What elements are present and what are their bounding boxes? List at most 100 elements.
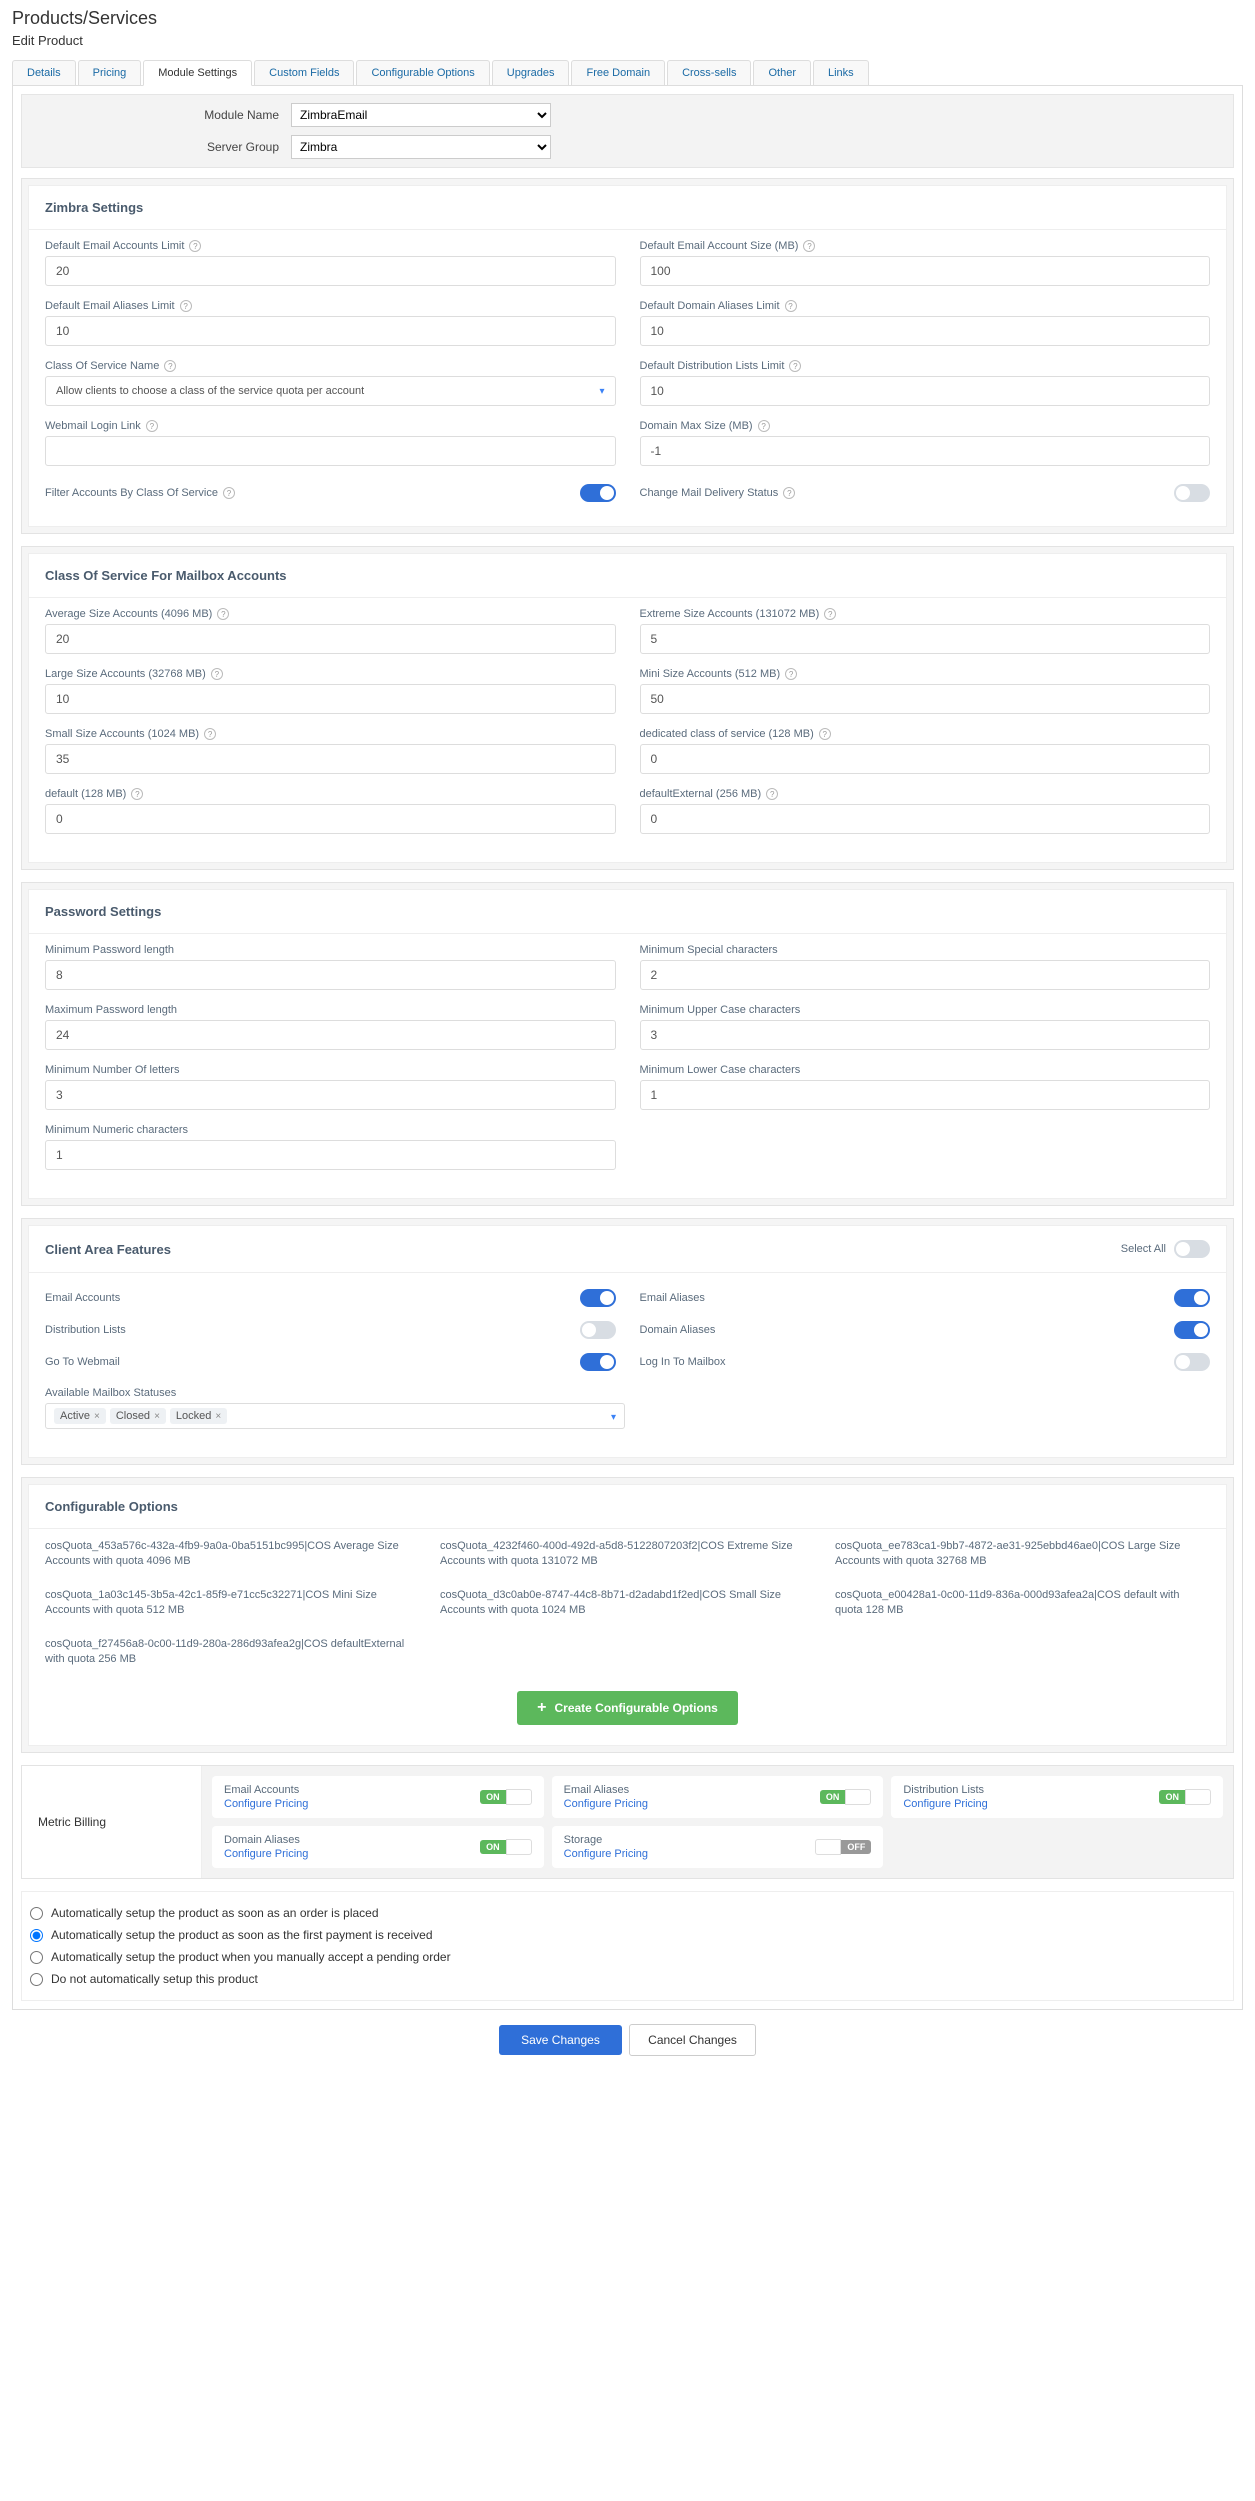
help-icon[interactable]: ? — [824, 608, 836, 620]
help-icon[interactable]: ? — [223, 487, 235, 499]
metric-switch[interactable]: ON — [480, 1789, 532, 1805]
tab-configurable-options[interactable]: Configurable Options — [356, 60, 489, 86]
metric-switch[interactable]: ON — [820, 1789, 872, 1805]
min_letters-input[interactable] — [45, 1080, 616, 1110]
help-icon[interactable]: ? — [217, 608, 229, 620]
default-distribution-lists-limit-input[interactable] — [640, 376, 1211, 406]
default-email-aliases-limit-input[interactable] — [45, 316, 616, 346]
configure-pricing-link[interactable]: Configure Pricing — [564, 1798, 648, 1810]
help-icon[interactable]: ? — [785, 668, 797, 680]
status-tag-locked[interactable]: Locked × — [170, 1408, 227, 1424]
create-config-options-button[interactable]: +Create Configurable Options — [517, 1691, 738, 1725]
chevron-down-icon: ▾ — [599, 386, 604, 397]
min_length-input[interactable] — [45, 960, 616, 990]
help-icon[interactable]: ? — [758, 420, 770, 432]
help-icon[interactable]: ? — [146, 420, 158, 432]
log_in_to_mailbox-toggle[interactable] — [1174, 1353, 1210, 1371]
help-icon[interactable]: ? — [164, 360, 176, 372]
metric-item-email-accounts: Email AccountsConfigure PricingON — [212, 1776, 544, 1818]
filter-accounts-toggle[interactable] — [580, 484, 616, 502]
default-email-account-size-input[interactable] — [640, 256, 1211, 286]
help-icon[interactable]: ? — [189, 240, 201, 252]
remove-tag-icon[interactable]: × — [215, 1411, 221, 1422]
help-icon[interactable]: ? — [803, 240, 815, 252]
config-option-item: cosQuota_d3c0ab0e-8747-44c8-8b71-d2adabd… — [440, 1588, 815, 1619]
remove-tag-icon[interactable]: × — [94, 1411, 100, 1422]
select-all-label: Select All — [1121, 1243, 1166, 1255]
min_upper-input[interactable] — [640, 1020, 1211, 1050]
help-icon[interactable]: ? — [819, 728, 831, 740]
help-icon[interactable]: ? — [789, 360, 801, 372]
default-email-aliases-limit-label: Default Email Aliases Limit — [45, 300, 175, 312]
server-group-select[interactable]: Zimbra — [291, 135, 551, 159]
tab-pricing[interactable]: Pricing — [78, 60, 142, 86]
mini_size-label: Mini Size Accounts (512 MB) — [640, 668, 781, 680]
metric-name: Distribution Lists — [903, 1784, 987, 1796]
status-tag-closed[interactable]: Closed × — [110, 1408, 166, 1424]
change-mail-delivery-toggle[interactable] — [1174, 484, 1210, 502]
tab-custom-fields[interactable]: Custom Fields — [254, 60, 354, 86]
tab-details[interactable]: Details — [12, 60, 76, 86]
auto-setup-option[interactable]: Automatically setup the product as soon … — [30, 1902, 1225, 1924]
help-icon[interactable]: ? — [131, 788, 143, 800]
cos-name-select[interactable]: Allow clients to choose a class of the s… — [45, 376, 616, 406]
remove-tag-icon[interactable]: × — [154, 1411, 160, 1422]
tab-upgrades[interactable]: Upgrades — [492, 60, 570, 86]
average_size-input[interactable] — [45, 624, 616, 654]
help-icon[interactable]: ? — [211, 668, 223, 680]
domain-max-size-input[interactable] — [640, 436, 1211, 466]
auto-setup-option[interactable]: Automatically setup the product as soon … — [30, 1924, 1225, 1946]
metric-switch[interactable]: ON — [1159, 1789, 1211, 1805]
tab-other[interactable]: Other — [753, 60, 811, 86]
configure-pricing-link[interactable]: Configure Pricing — [224, 1798, 308, 1810]
auto-setup-radio[interactable] — [30, 1951, 43, 1964]
configure-pricing-link[interactable]: Configure Pricing — [903, 1798, 987, 1810]
min_lower-input[interactable] — [640, 1080, 1211, 1110]
min_special-input[interactable] — [640, 960, 1211, 990]
save-button[interactable]: Save Changes — [499, 2025, 622, 2055]
max_length-input[interactable] — [45, 1020, 616, 1050]
help-icon[interactable]: ? — [180, 300, 192, 312]
distribution_lists-toggle[interactable] — [580, 1321, 616, 1339]
auto-setup-radio[interactable] — [30, 1929, 43, 1942]
auto-setup-option[interactable]: Automatically setup the product when you… — [30, 1946, 1225, 1968]
min_numeric-input[interactable] — [45, 1140, 616, 1170]
domain_aliases-label: Domain Aliases — [640, 1324, 716, 1336]
configure-pricing-link[interactable]: Configure Pricing — [564, 1848, 648, 1860]
mailbox-statuses-select[interactable]: Active ×Closed ×Locked ×▾ — [45, 1403, 625, 1429]
status-tag-active[interactable]: Active × — [54, 1408, 106, 1424]
dedicated-input[interactable] — [640, 744, 1211, 774]
client-area-title: Client Area Features — [45, 1242, 171, 1257]
webmail-login-link-input[interactable] — [45, 436, 616, 466]
configure-pricing-link[interactable]: Configure Pricing — [224, 1848, 308, 1860]
email_aliases-toggle[interactable] — [1174, 1289, 1210, 1307]
auto-setup-radio[interactable] — [30, 1907, 43, 1920]
help-icon[interactable]: ? — [766, 788, 778, 800]
extreme_size-input[interactable] — [640, 624, 1211, 654]
large_size-input[interactable] — [45, 684, 616, 714]
tab-module-settings[interactable]: Module Settings — [143, 60, 252, 86]
small_size-label: Small Size Accounts (1024 MB) — [45, 728, 199, 740]
tab-links[interactable]: Links — [813, 60, 869, 86]
default-input[interactable] — [45, 804, 616, 834]
module-name-select[interactable]: ZimbraEmail — [291, 103, 551, 127]
auto-setup-option[interactable]: Do not automatically setup this product — [30, 1968, 1225, 1990]
help-icon[interactable]: ? — [204, 728, 216, 740]
select-all-toggle[interactable] — [1174, 1240, 1210, 1258]
mini_size-input[interactable] — [640, 684, 1211, 714]
go_to_webmail-toggle[interactable] — [580, 1353, 616, 1371]
tab-free-domain[interactable]: Free Domain — [571, 60, 665, 86]
default-email-accounts-limit-input[interactable] — [45, 256, 616, 286]
small_size-input[interactable] — [45, 744, 616, 774]
metric-switch[interactable]: ON — [480, 1839, 532, 1855]
default-domain-aliases-limit-input[interactable] — [640, 316, 1211, 346]
help-icon[interactable]: ? — [785, 300, 797, 312]
default_external-input[interactable] — [640, 804, 1211, 834]
tab-cross-sells[interactable]: Cross-sells — [667, 60, 751, 86]
cancel-button[interactable]: Cancel Changes — [629, 2024, 756, 2056]
help-icon[interactable]: ? — [783, 487, 795, 499]
domain_aliases-toggle[interactable] — [1174, 1321, 1210, 1339]
email_accounts-toggle[interactable] — [580, 1289, 616, 1307]
metric-switch[interactable]: OFF — [815, 1839, 871, 1855]
auto-setup-radio[interactable] — [30, 1973, 43, 1986]
